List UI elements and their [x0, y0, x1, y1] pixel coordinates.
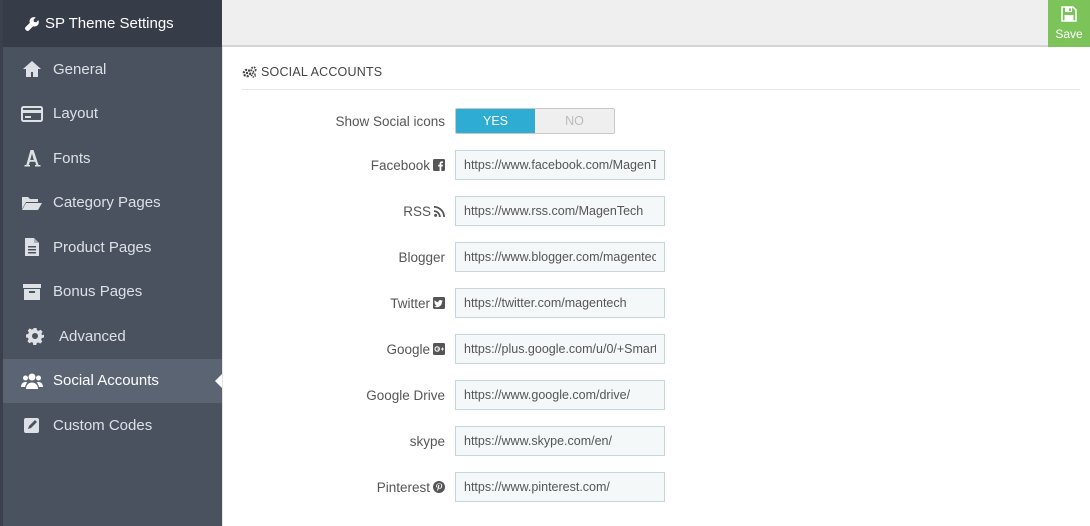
google-row: Google — [223, 334, 683, 364]
section-title-text: SOCIAL ACCOUNTS — [261, 65, 383, 79]
pinterest-url-input[interactable] — [455, 472, 665, 502]
sidebar-item-layout[interactable]: Layout — [3, 92, 222, 137]
skype-row: skype — [223, 426, 683, 456]
rss-label-text: RSS — [403, 203, 431, 219]
sidebar-item-advanced[interactable]: Advanced — [3, 314, 222, 359]
save-button[interactable]: Save — [1048, 0, 1090, 47]
show-social-label: Show Social icons — [335, 108, 445, 134]
sidebar-item-custom-codes[interactable]: Custom Codes — [3, 403, 222, 448]
gears-icon — [242, 66, 257, 78]
google-drive-label-text: Google Drive — [366, 387, 445, 403]
sidebar-item-label: Social Accounts — [53, 372, 159, 390]
sidebar-item-label: Layout — [53, 105, 99, 123]
credit-card-icon — [21, 103, 43, 125]
google-plus-square-icon — [433, 343, 445, 355]
sidebar-header: SP Theme Settings — [3, 0, 222, 47]
rss-row: RSS — [223, 196, 683, 226]
rss-icon — [434, 205, 445, 217]
sidebar-item-fonts[interactable]: Fonts — [3, 136, 222, 181]
twitter-row: Twitter — [223, 288, 683, 318]
edit-icon — [21, 414, 43, 436]
toggle-yes[interactable]: YES — [456, 109, 535, 133]
skype-label-text: skype — [409, 433, 445, 449]
pinterest-label: Pinterest — [377, 472, 445, 502]
save-button-label: Save — [1055, 27, 1083, 41]
sidebar-item-bonus-pages[interactable]: Bonus Pages — [3, 270, 222, 315]
font-icon — [21, 147, 43, 169]
save-icon — [1061, 6, 1077, 25]
pinterest-icon — [433, 481, 445, 493]
sidebar-title: SP Theme Settings — [45, 15, 174, 32]
top-toolbar: Save — [222, 0, 1090, 47]
home-icon — [21, 58, 43, 80]
pinterest-label-text: Pinterest — [376, 479, 430, 495]
facebook-label-text: Facebook — [370, 157, 430, 173]
sidebar-item-social-accounts[interactable]: Social Accounts — [3, 358, 222, 403]
google-url-input[interactable] — [455, 334, 665, 364]
blogger-label-text: Blogger — [398, 249, 445, 265]
google-label: Google — [386, 334, 445, 364]
sidebar-item-label: Bonus Pages — [53, 283, 143, 301]
skype-url-input[interactable] — [455, 426, 665, 456]
facebook-label: Facebook — [371, 150, 445, 180]
toggle-no[interactable]: NO — [535, 109, 614, 133]
sidebar-item-label: Product Pages — [53, 238, 152, 256]
sidebar-item-category-pages[interactable]: Category Pages — [3, 181, 222, 226]
section-title: SOCIAL ACCOUNTS — [242, 65, 1080, 90]
blogger-url-input[interactable] — [455, 242, 665, 272]
show-social-row: Show Social icons YES NO — [223, 108, 683, 138]
google-drive-url-input[interactable] — [455, 380, 665, 410]
main-panel: SOCIAL ACCOUNTS Show Social icons YES NO… — [222, 47, 1090, 526]
users-icon — [21, 370, 43, 392]
sidebar-item-product-pages[interactable]: Product Pages — [3, 225, 222, 270]
twitter-label-text: Twitter — [390, 295, 430, 311]
sidebar-item-label: General — [53, 60, 107, 78]
rss-label: RSS — [403, 196, 445, 226]
gear-icon — [24, 325, 46, 347]
twitter-square-icon — [433, 297, 445, 309]
pinterest-row: Pinterest — [223, 472, 683, 502]
folder-open-icon — [21, 192, 43, 214]
file-text-icon — [21, 236, 43, 258]
facebook-url-input[interactable] — [455, 150, 665, 180]
facebook-row: Facebook — [223, 150, 683, 180]
google-drive-label: Google Drive — [366, 380, 445, 410]
blogger-row: Blogger — [223, 242, 683, 272]
sidebar-item-label: Custom Codes — [53, 416, 153, 434]
twitter-label: Twitter — [390, 288, 445, 318]
skype-label: skype — [410, 426, 445, 456]
sidebar-menu: General Layout Fonts Category Pages Prod… — [3, 47, 222, 448]
sidebar: SP Theme Settings General Layout Fonts C… — [0, 0, 222, 526]
sidebar-item-label: Category Pages — [53, 194, 161, 212]
sidebar-item-general[interactable]: General — [3, 47, 222, 92]
show-social-label-text: Show Social icons — [335, 113, 445, 129]
google-label-text: Google — [386, 341, 430, 357]
sidebar-item-label: Advanced — [59, 327, 126, 345]
wrench-icon — [25, 16, 39, 31]
archive-icon — [21, 281, 43, 303]
google-drive-row: Google Drive — [223, 380, 683, 410]
facebook-square-icon — [433, 159, 445, 171]
sidebar-item-label: Fonts — [53, 149, 91, 167]
show-social-toggle[interactable]: YES NO — [455, 108, 615, 134]
rss-url-input[interactable] — [455, 196, 665, 226]
twitter-url-input[interactable] — [455, 288, 665, 318]
blogger-label: Blogger — [398, 242, 445, 272]
